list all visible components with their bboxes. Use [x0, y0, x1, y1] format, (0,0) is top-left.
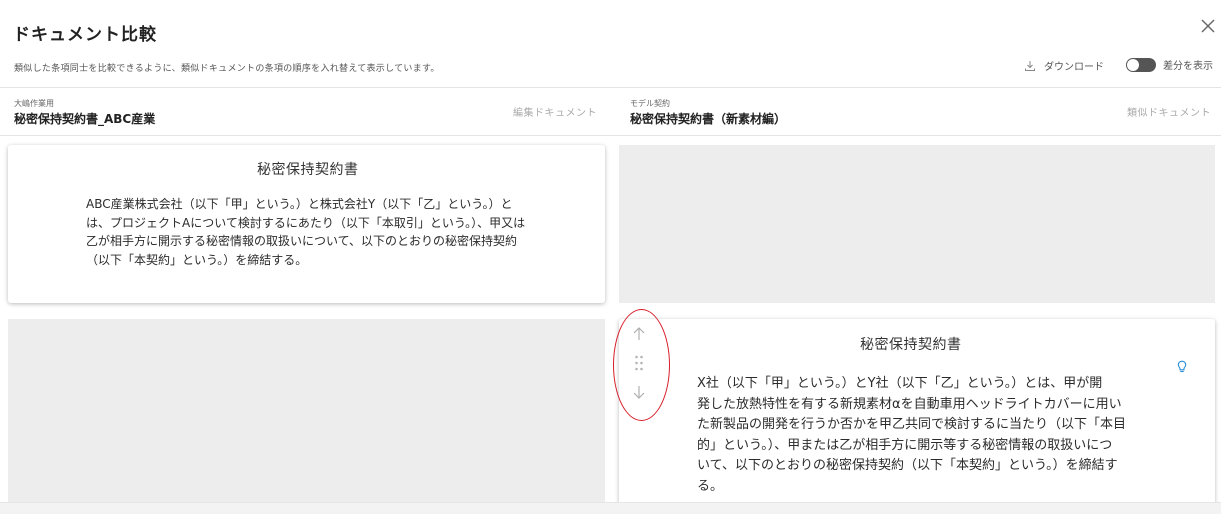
- text-line: 発した放熱特性を有する新規素材αを自動車用ヘッドライトカバーに用い: [697, 396, 1122, 412]
- bottom-bar: [0, 502, 1221, 514]
- download-icon: [1025, 60, 1035, 71]
- highlight-ellipse: [613, 309, 670, 421]
- page-title: ドキュメント比較: [13, 25, 157, 45]
- text-line: た新製品の開発を行うか否かを甲乙共同で検討するに当たり（以下「本目: [697, 417, 1127, 432]
- lightbulb-icon[interactable]: [1177, 360, 1187, 374]
- right-doc-name: 秘密保持契約書（新素材編）: [630, 112, 787, 126]
- text-line: ABC産業株式会社（以下「甲」という。）と株式会社Y（以下「乙」という。）と: [86, 197, 513, 211]
- left-doc-role: 編集ドキュメント: [513, 108, 597, 119]
- header-divider: [0, 87, 1221, 88]
- close-icon[interactable]: [1199, 17, 1217, 35]
- text-line: る。: [697, 478, 724, 494]
- right-doc-company: モデル契約: [630, 99, 670, 108]
- page-subtitle: 類似した条項同士を比較できるように、類似ドキュメントの条項の順序を入れ替えて表示…: [14, 64, 440, 74]
- text-line: 乙が相手方に開示する秘密情報の取扱いについて、以下のとおりの秘密保持契約: [86, 234, 518, 248]
- left-doc-name: 秘密保持契約書_ABC産業: [14, 112, 156, 126]
- right-clause-card[interactable]: 秘密保持契約書 X社（以下「甲」という。）とY社（以下「乙」という。）とは、甲が…: [619, 319, 1215, 509]
- left-clause-title: 秘密保持契約書: [257, 162, 359, 178]
- left-clause-body: ABC産業株式会社（以下「甲」という。）と株式会社Y（以下「乙」という。）と は…: [86, 195, 525, 269]
- diff-toggle[interactable]: [1126, 57, 1156, 72]
- toggle-knob: [1127, 58, 1139, 71]
- download-label: ダウンロード: [1044, 62, 1104, 73]
- download-button[interactable]: ダウンロード: [1024, 58, 1104, 73]
- right-clause-body: X社（以下「甲」という。）とY社（以下「乙」という。）とは、甲が開 発した放熱特…: [697, 374, 1126, 497]
- text-line: X社（以下「甲」という。）とY社（以下「乙」という。）とは、甲が開: [697, 376, 1103, 391]
- diff-toggle-group: 差分を表示: [1126, 57, 1213, 72]
- text-line: （以下「本契約」という。）を締結する。: [86, 252, 308, 267]
- left-doc-company: 大嶋作業用: [14, 99, 54, 108]
- diff-toggle-label: 差分を表示: [1163, 61, 1213, 72]
- left-clause-card[interactable]: 秘密保持契約書 ABC産業株式会社（以下「甲」という。）と株式会社Y（以下「乙」…: [8, 145, 605, 303]
- text-line: いて、以下のとおりの秘密保持契約（以下「本契約」という。）を締結す: [697, 458, 1118, 473]
- columns-divider: [0, 135, 1221, 136]
- right-clause-title: 秘密保持契約書: [860, 337, 962, 353]
- left-empty-slot: [8, 319, 605, 502]
- text-line: は、プロジェクトAについて検討するにあたり（以下「本取引」という。）、甲又は: [86, 215, 526, 230]
- text-line: 的」という。）、甲または乙が相手方に開示等する秘密情報の取扱いにつ: [697, 437, 1113, 453]
- right-doc-role: 類似ドキュメント: [1127, 108, 1211, 119]
- right-empty-slot: [619, 145, 1215, 303]
